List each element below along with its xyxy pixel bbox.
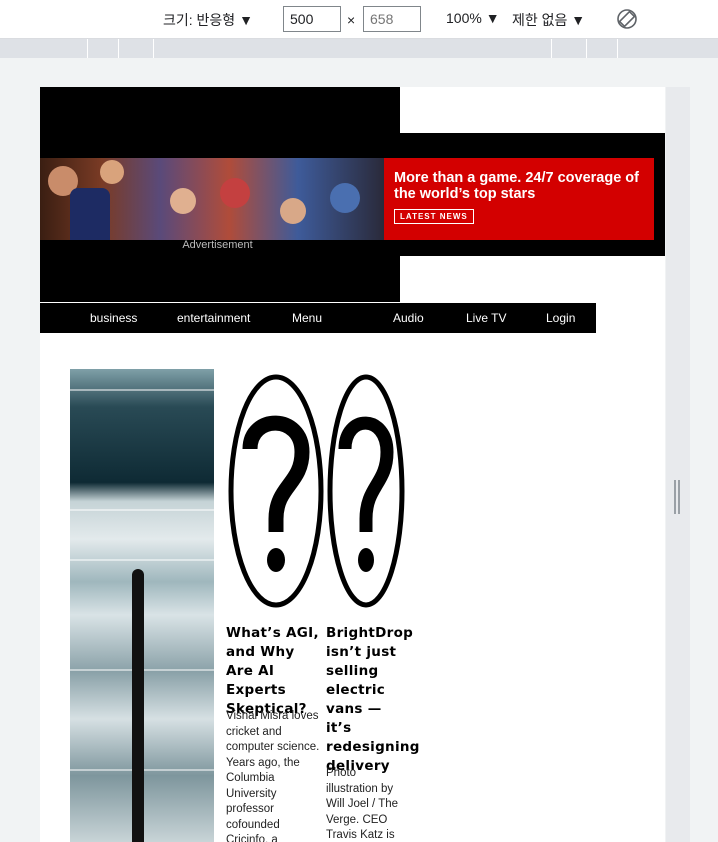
ad-caption: Advertisement <box>182 239 253 251</box>
page-viewport: More than a game. 24/7 coverage of the w… <box>40 87 665 842</box>
nav-login[interactable]: Login <box>546 311 575 325</box>
zoom-dropdown[interactable]: 100% ▼ <box>446 10 500 26</box>
width-input[interactable] <box>283 6 341 32</box>
article-title[interactable]: BrightDrop isn’t just selling electric v… <box>326 624 419 776</box>
rotate-icon[interactable] <box>615 8 639 30</box>
ad-photo <box>40 158 384 240</box>
article-excerpt: Vishal Misra loves cricket and computer … <box>226 710 320 842</box>
nav-entertainment[interactable]: entertainment <box>177 311 250 325</box>
device-toolbar: 크기: 반응형 ▼ × 100% ▼ 제한 없음 ▼ <box>0 0 718 39</box>
main-nav: business entertainment Menu Audio Live T… <box>40 303 596 333</box>
article-title[interactable]: What’s AGI, and Why Are AI Experts Skept… <box>226 624 321 719</box>
ad-banner[interactable]: More than a game. 24/7 coverage of the w… <box>40 133 665 256</box>
nav-live-tv[interactable]: Live TV <box>466 311 506 325</box>
height-input[interactable] <box>363 6 421 32</box>
article-image-tall[interactable] <box>70 369 214 842</box>
times-sign: × <box>347 12 356 28</box>
article-excerpt: Photo illustration by Will Joel / The Ve… <box>326 767 399 841</box>
media-query-ruler <box>0 39 718 58</box>
viewport-side-gutter <box>666 87 690 842</box>
nav-business[interactable]: business <box>90 311 137 325</box>
ad-headline: More than a game. 24/7 coverage of the w… <box>394 170 639 202</box>
dimensions-dropdown[interactable]: 크기: 반응형 ▼ <box>163 10 253 30</box>
ad-latest-news-button[interactable]: LATEST NEWS <box>394 209 474 224</box>
image-placeholder-icon[interactable] <box>327 374 405 608</box>
nav-menu[interactable]: Menu <box>292 311 322 325</box>
resize-handle[interactable] <box>674 480 680 514</box>
image-placeholder-icon[interactable] <box>228 374 324 608</box>
ad-promo-panel: More than a game. 24/7 coverage of the w… <box>384 158 654 240</box>
throttle-dropdown[interactable]: 제한 없음 ▼ <box>512 10 585 30</box>
nav-audio[interactable]: Audio <box>393 311 424 325</box>
